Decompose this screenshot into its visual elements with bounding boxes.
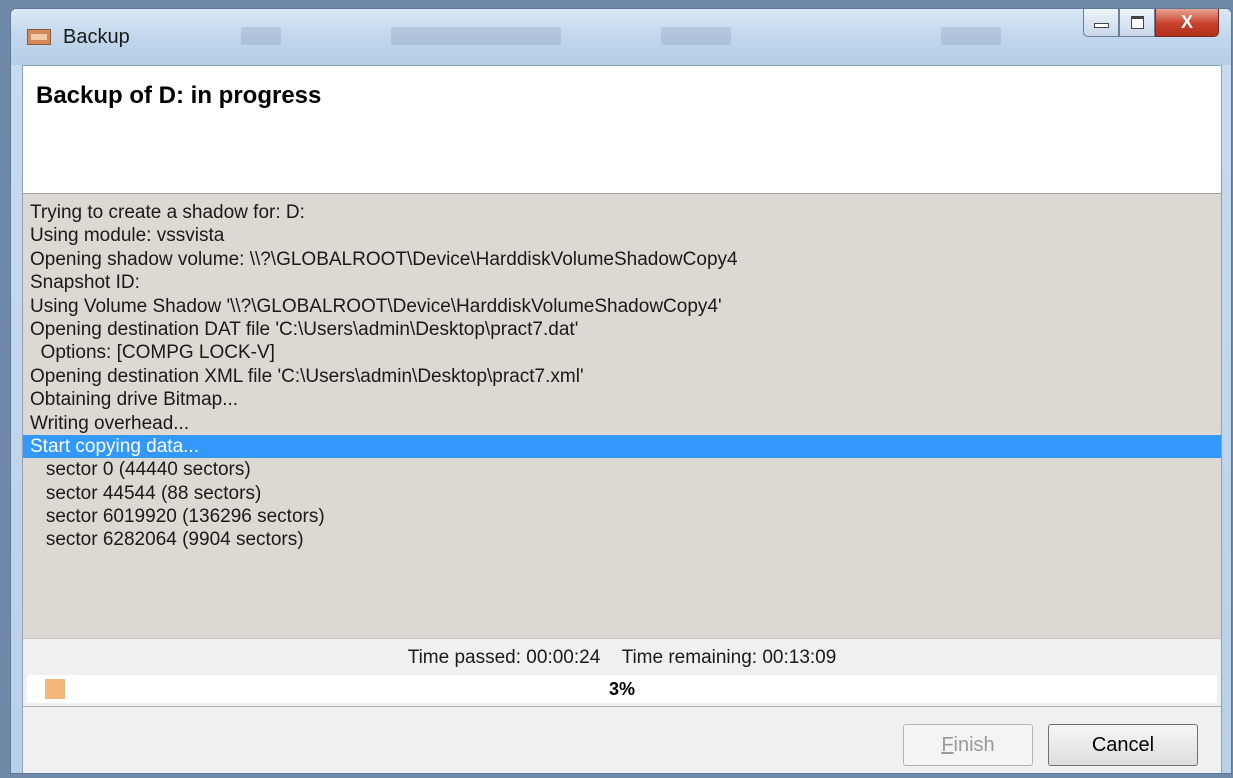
log-line[interactable]: Options: [COMPG LOCK-V] xyxy=(23,341,1221,364)
log-line[interactable]: Snapshot ID: xyxy=(23,271,1221,294)
progress-percent: 3% xyxy=(608,679,635,699)
background-artifact xyxy=(391,27,561,45)
maximize-icon xyxy=(1130,16,1144,29)
minimize-icon xyxy=(1093,23,1109,28)
log-line[interactable]: Using Volume Shadow '\\?\GLOBALROOT\Devi… xyxy=(23,295,1221,318)
divider xyxy=(23,706,1221,707)
progress-bar: 3% xyxy=(27,675,1217,703)
minimize-button[interactable] xyxy=(1083,9,1119,37)
finish-button[interactable]: Finish xyxy=(903,724,1033,766)
log-list[interactable]: Trying to create a shadow for: D: Using m… xyxy=(23,194,1221,638)
log-line[interactable]: sector 0 (44440 sectors) xyxy=(23,458,1221,481)
time-status: Time passed: 00:00:24 Time remaining: 00… xyxy=(23,647,1221,669)
finish-label: inish xyxy=(953,733,995,756)
maximize-button[interactable] xyxy=(1119,9,1155,37)
time-remaining: Time remaining: 00:13:09 xyxy=(621,647,837,668)
time-passed: Time passed: 00:00:24 xyxy=(407,647,601,668)
page-title: Backup of D: in progress xyxy=(36,82,322,109)
log-line[interactable]: Obtaining drive Bitmap... xyxy=(23,388,1221,411)
background-artifact xyxy=(661,27,731,45)
log-line[interactable]: Trying to create a shadow for: D: xyxy=(23,201,1221,224)
log-line[interactable]: sector 6019920 (136296 sectors) xyxy=(23,505,1221,528)
log-line[interactable]: sector 6282064 (9904 sectors) xyxy=(23,528,1221,551)
dialog-client-area: Backup of D: in progress Trying to creat… xyxy=(22,65,1222,773)
log-line[interactable]: sector 44544 (88 sectors) xyxy=(23,482,1221,505)
log-line[interactable]: Opening destination DAT file 'C:\Users\a… xyxy=(23,318,1221,341)
window-title: Backup xyxy=(63,26,130,48)
backup-window: Backup X Backup of D: in progress Trying… xyxy=(10,8,1232,774)
background-artifact xyxy=(241,27,281,45)
log-line[interactable]: Using module: vssvista xyxy=(23,224,1221,247)
log-line-selected[interactable]: Start copying data... xyxy=(23,434,1221,459)
log-line[interactable]: Writing overhead... xyxy=(23,412,1221,435)
cancel-button[interactable]: Cancel xyxy=(1048,724,1198,766)
close-button[interactable]: X xyxy=(1155,9,1219,37)
background-artifact xyxy=(941,27,1001,45)
finish-accelerator: F xyxy=(941,733,954,756)
app-icon xyxy=(27,29,51,45)
cancel-label: Cancel xyxy=(1091,733,1155,756)
log-line[interactable]: Opening shadow volume: \\?\GLOBALROOT\De… xyxy=(23,248,1221,271)
header-panel: Backup of D: in progress xyxy=(23,66,1221,194)
status-panel: Time passed: 00:00:24 Time remaining: 00… xyxy=(23,638,1221,773)
close-icon: X xyxy=(1180,12,1193,32)
caption-buttons: X xyxy=(1083,9,1219,37)
log-line[interactable]: Opening destination XML file 'C:\Users\a… xyxy=(23,365,1221,388)
title-bar[interactable]: Backup X xyxy=(11,9,1231,65)
